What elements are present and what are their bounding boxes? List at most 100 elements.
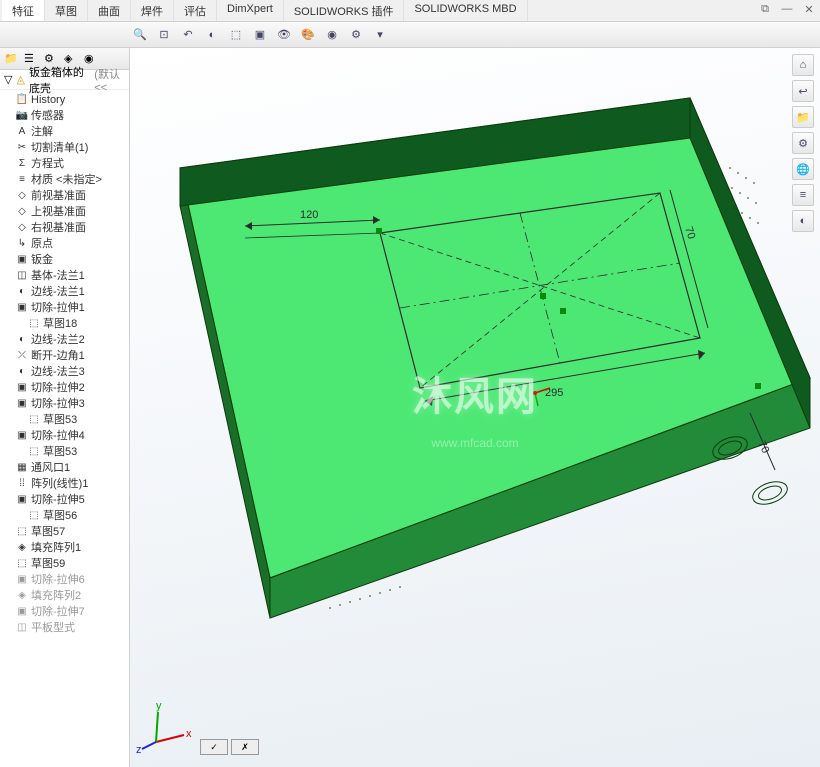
feature-icon: Σ (16, 158, 28, 170)
folder-icon[interactable]: 📁 (792, 106, 814, 128)
feature-icon: ◫ (16, 270, 28, 282)
menu-tab-weldment[interactable]: 焊件 (131, 0, 174, 21)
tree-item[interactable]: ⬚草图53 (0, 444, 129, 460)
feature-icon: A (16, 126, 28, 138)
edit-appearance-icon[interactable]: 🎨 (298, 25, 318, 45)
feature-label: 断开-边角1 (31, 349, 85, 363)
feature-icon: 📋 (16, 94, 28, 106)
feature-icon: ◇ (16, 206, 28, 218)
tree-item[interactable]: ◫平板型式 (0, 620, 129, 636)
graphics-viewport[interactable]: 120 70 295 70 (130, 48, 820, 767)
gear-icon[interactable]: ⚙ (792, 132, 814, 154)
tree-item[interactable]: Σ方程式 (0, 156, 129, 172)
cancel-button[interactable]: ✗ (231, 739, 259, 755)
apply-scene-icon[interactable]: ◉ (322, 25, 342, 45)
feature-icon: ⁞⁞ (16, 478, 28, 490)
tree-root[interactable]: ▽ ◬ 钣金箱体的底壳 (默认<< (0, 70, 129, 90)
tree-item[interactable]: ▣切除-拉伸3 (0, 396, 129, 412)
feature-mgr-tab-icon[interactable]: 📁 (4, 52, 18, 66)
tree-item[interactable]: ↳原点 (0, 236, 129, 252)
view-settings-icon[interactable]: ⚙ (346, 25, 366, 45)
feature-label: 草图18 (43, 317, 77, 331)
section-view-icon[interactable]: ◐ (202, 25, 222, 45)
tree-item[interactable]: ⬚草图53 (0, 412, 129, 428)
tree-item[interactable]: ◐边线-法兰2 (0, 332, 129, 348)
dropdown-icon[interactable]: ▾ (370, 25, 390, 45)
feature-label: 方程式 (31, 157, 64, 171)
view-orientation-icon[interactable]: ⬚ (226, 25, 246, 45)
feature-label: 边线-法兰1 (31, 285, 85, 299)
ok-button[interactable]: ✓ (200, 739, 228, 755)
tree-item[interactable]: A注解 (0, 124, 129, 140)
feature-label: 填充阵列1 (31, 541, 81, 555)
tree-item[interactable]: ◈填充阵列2 (0, 588, 129, 604)
feature-label: 草图57 (31, 525, 65, 539)
display-style-icon[interactable]: ▣ (250, 25, 270, 45)
feature-label: 草图59 (31, 557, 65, 571)
tree-item[interactable]: ⁞⁞阵列(线性)1 (0, 476, 129, 492)
feature-label: 切除-拉伸7 (31, 605, 85, 619)
tree-item[interactable]: ◈填充阵列1 (0, 540, 129, 556)
tree-item[interactable]: ⬚草图57 (0, 524, 129, 540)
tree-item[interactable]: ▣切除-拉伸7 (0, 604, 129, 620)
tree-item[interactable]: ◫基体-法兰1 (0, 268, 129, 284)
home-icon[interactable]: ⌂ (792, 54, 814, 76)
menu-tab-mbd[interactable]: SOLIDWORKS MBD (404, 0, 527, 21)
feature-icon: ◐ (16, 366, 28, 378)
feature-icon: ⬚ (28, 446, 40, 458)
menu-tab-dimxpert[interactable]: DimXpert (217, 0, 284, 21)
tree-item[interactable]: ◇上视基准面 (0, 204, 129, 220)
tree-item[interactable]: ▦通风口1 (0, 460, 129, 476)
options-icon[interactable]: ≡ (792, 184, 814, 206)
globe-icon[interactable]: 🌐 (792, 158, 814, 180)
feature-icon: ▣ (16, 606, 28, 618)
tree-item[interactable]: ⬚草图18 (0, 316, 129, 332)
feature-label: 注解 (31, 125, 53, 139)
menu-tab-sketch[interactable]: 草图 (45, 0, 88, 21)
tree-item[interactable]: ▣切除-拉伸6 (0, 572, 129, 588)
feature-tree: 📋History📷传感器A注解✂切割清单(1)Σ方程式≡材质 <未指定>◇前视基… (0, 90, 129, 767)
tree-item[interactable]: ≡材质 <未指定> (0, 172, 129, 188)
tree-item[interactable]: ▣切除-拉伸2 (0, 380, 129, 396)
restore-button[interactable]: ⧉ (758, 2, 772, 16)
back-icon[interactable]: ↩ (792, 80, 814, 102)
tree-item[interactable]: ⤫断开-边角1 (0, 348, 129, 364)
tree-item[interactable]: 📷传感器 (0, 108, 129, 124)
tree-item[interactable]: ⬚草图56 (0, 508, 129, 524)
menu-tab-surface[interactable]: 曲面 (88, 0, 131, 21)
tree-item[interactable]: 📋History (0, 92, 129, 108)
hide-show-icon[interactable]: 👁 (274, 25, 294, 45)
expand-icon: ▽ (4, 73, 12, 86)
minimize-button[interactable]: — (780, 2, 794, 16)
toggle-icon[interactable]: ◐ (792, 210, 814, 232)
view-triad[interactable]: x y z (136, 697, 196, 757)
feature-icon: ⬚ (28, 414, 40, 426)
menu-tab-evaluate[interactable]: 评估 (174, 0, 217, 21)
feature-label: 切除-拉伸1 (31, 301, 85, 315)
feature-icon: ◈ (16, 590, 28, 602)
tree-item[interactable]: ◐边线-法兰1 (0, 284, 129, 300)
tree-item[interactable]: ▣切除-拉伸1 (0, 300, 129, 316)
menu-tab-addins[interactable]: SOLIDWORKS 插件 (284, 0, 405, 21)
close-button[interactable]: ✕ (802, 2, 816, 16)
menu-tab-features[interactable]: 特征 (2, 0, 45, 21)
tree-item[interactable]: ▣切除-拉伸5 (0, 492, 129, 508)
tree-item[interactable]: ▣钣金 (0, 252, 129, 268)
tree-item[interactable]: ◇前视基准面 (0, 188, 129, 204)
tree-item[interactable]: ◇右视基准面 (0, 220, 129, 236)
tree-item[interactable]: ▣切除-拉伸4 (0, 428, 129, 444)
magnify-icon[interactable]: 🔍 (130, 25, 150, 45)
feature-label: 草图56 (43, 509, 77, 523)
feature-icon: 📷 (16, 110, 28, 122)
tree-item[interactable]: ✂切割清单(1) (0, 140, 129, 156)
feature-icon: ◐ (16, 286, 28, 298)
previous-view-icon[interactable]: ↶ (178, 25, 198, 45)
feature-label: History (31, 93, 65, 107)
feature-label: 阵列(线性)1 (31, 477, 88, 491)
tree-item[interactable]: ◐边线-法兰3 (0, 364, 129, 380)
svg-text:z: z (136, 744, 142, 756)
feature-label: 传感器 (31, 109, 64, 123)
feature-icon: ⬚ (16, 558, 28, 570)
tree-item[interactable]: ⬚草图59 (0, 556, 129, 572)
zoom-area-icon[interactable]: ⊡ (154, 25, 174, 45)
